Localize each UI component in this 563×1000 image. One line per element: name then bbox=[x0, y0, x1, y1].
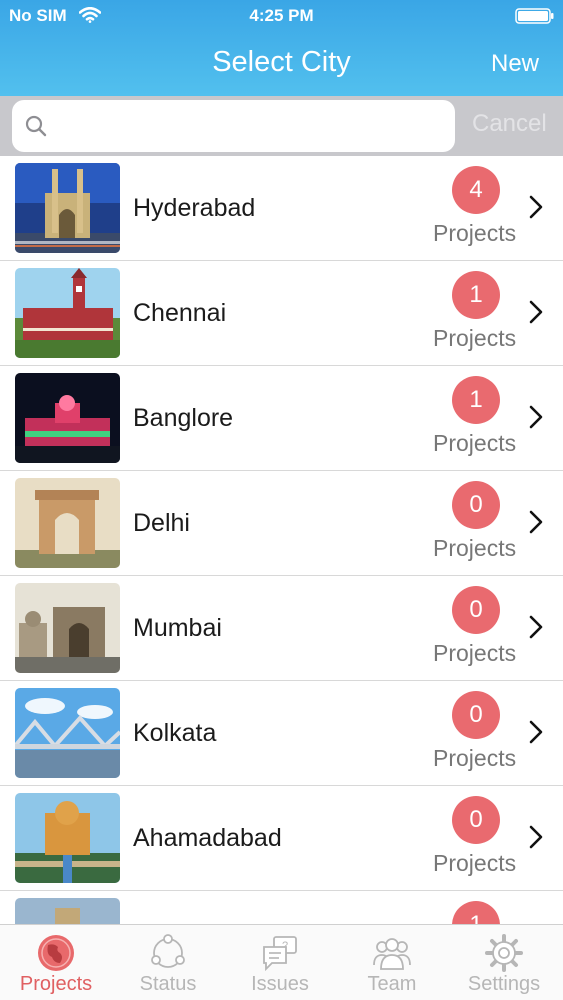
city-thumbnail bbox=[15, 478, 120, 568]
team-icon bbox=[373, 938, 411, 970]
chevron-right-icon bbox=[529, 825, 543, 849]
tab-label: Settings bbox=[467, 973, 541, 995]
city-row[interactable]: Chennai 1 Projects bbox=[0, 261, 563, 366]
project-count-badge: 0 bbox=[452, 586, 500, 634]
cycle-icon bbox=[151, 934, 185, 968]
chevron-right-icon bbox=[529, 615, 543, 639]
tab-projects[interactable]: Projects bbox=[0, 925, 112, 1000]
projects-label: Projects bbox=[433, 640, 517, 666]
india-gate-photo bbox=[15, 478, 120, 568]
city-thumbnail bbox=[15, 583, 120, 673]
city-thumbnail bbox=[15, 268, 120, 358]
project-count-badge: 1 bbox=[452, 271, 500, 319]
project-count-badge: 0 bbox=[452, 796, 500, 844]
city-row[interactable]: Ahamadabad 0 Projects bbox=[0, 786, 563, 891]
battery-icon bbox=[515, 8, 554, 24]
vidhana-soudha-photo bbox=[15, 373, 120, 463]
cancel-button[interactable]: Cancel bbox=[472, 110, 547, 138]
tab-status[interactable]: Status bbox=[112, 925, 224, 1000]
tab-label: Team bbox=[367, 973, 417, 995]
city-thumbnail bbox=[15, 373, 120, 463]
akshardham-photo bbox=[15, 793, 120, 883]
city-name: Delhi bbox=[133, 509, 190, 537]
city-name: Kolkata bbox=[133, 719, 217, 747]
globe-icon bbox=[38, 935, 74, 971]
chennai-central-photo bbox=[15, 268, 120, 358]
search-icon bbox=[25, 115, 47, 137]
tab-label: Projects bbox=[19, 973, 93, 995]
tab-issues[interactable]: ? Issues bbox=[224, 925, 336, 1000]
chat-question-icon: ? bbox=[263, 936, 297, 972]
city-row[interactable]: Kolkata 0 Projects bbox=[0, 681, 563, 786]
project-count-badge: 1 bbox=[452, 901, 500, 924]
navigation-header: No SIM 4:25 PM Select City New bbox=[0, 0, 563, 96]
project-count-badge: 1 bbox=[452, 376, 500, 424]
city-row[interactable]: Hyderabad 4 Projects bbox=[0, 156, 563, 261]
chevron-right-icon bbox=[529, 195, 543, 219]
city-name: Ahamadabad bbox=[133, 824, 282, 852]
gateway-of-india-photo bbox=[15, 583, 120, 673]
search-bar: Cancel bbox=[0, 96, 563, 156]
howrah-bridge-photo bbox=[15, 688, 120, 778]
projects-label: Projects bbox=[433, 220, 517, 246]
clock: 4:25 PM bbox=[249, 6, 314, 25]
projects-label: Projects bbox=[433, 850, 517, 876]
projects-label: Projects bbox=[433, 535, 517, 561]
city-name: Banglore bbox=[133, 404, 234, 432]
tab-label: Status bbox=[139, 973, 197, 995]
city-name: Hyderabad bbox=[133, 194, 256, 222]
city-row[interactable]: 1 bbox=[0, 891, 563, 924]
tab-settings[interactable]: Settings bbox=[448, 925, 560, 1000]
project-count-badge: 0 bbox=[452, 691, 500, 739]
city-row[interactable]: Mumbai 0 Projects bbox=[0, 576, 563, 681]
chevron-right-icon bbox=[529, 720, 543, 744]
projects-label: Projects bbox=[433, 430, 517, 456]
city-row[interactable]: Delhi 0 Projects bbox=[0, 471, 563, 576]
city-thumbnail bbox=[15, 163, 120, 253]
city-name: Chennai bbox=[133, 299, 227, 327]
status-bar: No SIM 4:25 PM bbox=[0, 0, 563, 32]
new-button[interactable]: New bbox=[491, 50, 539, 78]
charminar-photo bbox=[15, 163, 120, 253]
chevron-right-icon bbox=[529, 510, 543, 534]
search-field[interactable] bbox=[12, 100, 455, 152]
city-name: Mumbai bbox=[133, 614, 222, 642]
gear-icon bbox=[485, 934, 523, 972]
tab-label: Issues bbox=[251, 973, 309, 995]
project-count-badge: 4 bbox=[452, 166, 500, 214]
projects-label: Projects bbox=[433, 745, 517, 771]
city-thumbnail bbox=[15, 688, 120, 778]
project-count-badge: 0 bbox=[452, 481, 500, 529]
city-thumbnail bbox=[15, 793, 120, 883]
city-thumbnail bbox=[15, 898, 120, 924]
city-list: Hyderabad 4 Projects Chennai 1 Projects bbox=[0, 156, 563, 924]
search-input[interactable] bbox=[56, 104, 455, 148]
tab-bar: Projects Status ? Issues Team Settings bbox=[0, 924, 563, 1000]
projects-label: Projects bbox=[433, 325, 517, 351]
partial-city-photo bbox=[15, 898, 120, 924]
chevron-right-icon bbox=[529, 300, 543, 324]
city-row[interactable]: Banglore 1 Projects bbox=[0, 366, 563, 471]
chevron-right-icon bbox=[529, 405, 543, 429]
tab-team[interactable]: Team bbox=[336, 925, 448, 1000]
page-title: Select City bbox=[212, 46, 351, 78]
